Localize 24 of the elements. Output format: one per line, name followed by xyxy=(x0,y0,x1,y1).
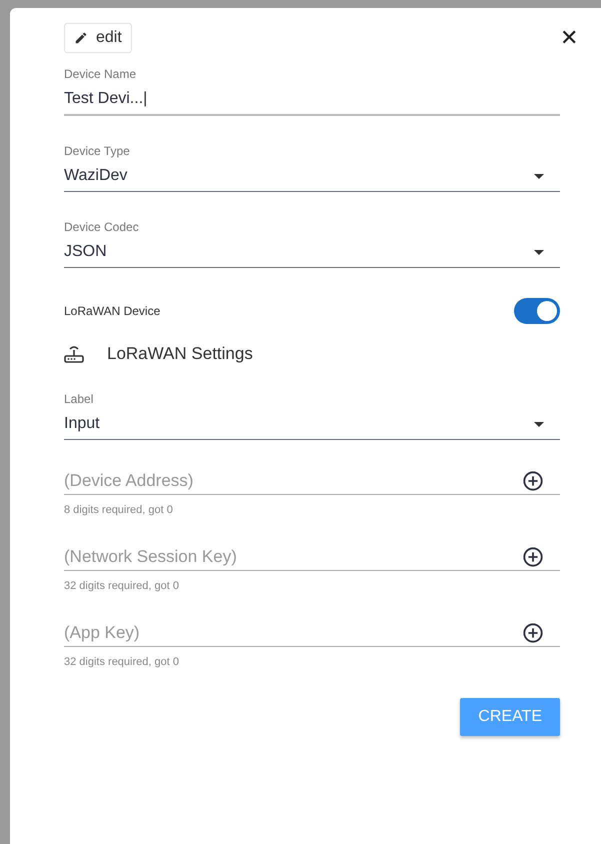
router-icon xyxy=(64,345,84,363)
dropdown-caret-icon xyxy=(534,174,544,178)
pencil-icon xyxy=(74,31,88,45)
helper-text: 32 digits required, got 0 xyxy=(64,580,180,592)
helper-text: 8 digits required, got 0 xyxy=(64,504,174,516)
toggle-label: LoRaWAN Device xyxy=(64,304,160,318)
edit-button[interactable]: edit xyxy=(64,23,132,53)
toggle-switch[interactable] xyxy=(514,298,560,324)
field-label: Device Name xyxy=(64,67,138,81)
field-label: Label xyxy=(64,392,94,406)
add-circle-icon[interactable] xyxy=(522,622,544,644)
text-field[interactable]: Test Devi...| xyxy=(64,90,560,116)
helper-text: 32 digits required, got 0 xyxy=(64,656,180,668)
select-field[interactable]: Input xyxy=(64,415,560,440)
field-label: Device Type xyxy=(64,144,131,158)
close-button[interactable]: ✕ xyxy=(560,25,578,51)
section-title: LoRaWAN Settings xyxy=(107,344,253,364)
add-circle-icon[interactable] xyxy=(522,470,544,492)
select-field[interactable]: JSON xyxy=(64,243,560,268)
select-field[interactable]: WaziDev xyxy=(64,167,560,192)
dropdown-caret-icon xyxy=(534,422,544,426)
dropdown-caret-icon xyxy=(534,250,544,254)
field-label: Device Codec xyxy=(64,220,140,234)
add-circle-icon[interactable] xyxy=(522,546,544,568)
